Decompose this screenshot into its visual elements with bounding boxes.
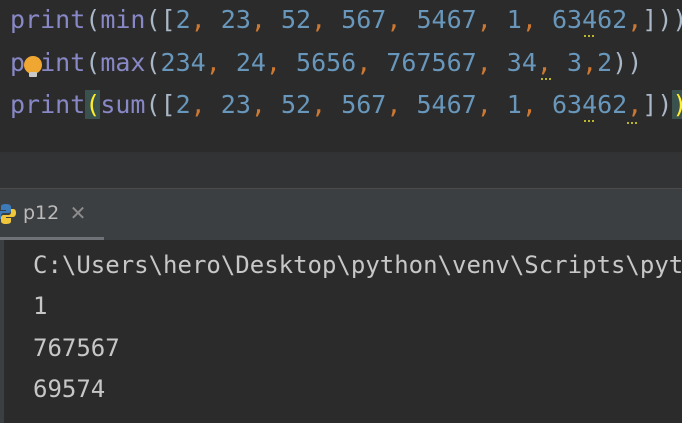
code-token: , [265,48,297,77]
code-token: ]) [642,90,673,119]
code-token: , [386,5,417,34]
code-editor[interactable]: print(min([2, 23, 52, 567, 5467, 1, 6346… [0,0,682,152]
code-token: print [10,48,86,77]
code-token: 767567 [386,48,477,77]
warning-squiggle [584,30,594,37]
code-token: ( [85,48,101,77]
code-token: 34 [506,48,537,77]
warning-squiggle [584,115,594,122]
code-token: ([ [145,5,176,34]
code-token: ([ [145,90,176,119]
code-token: 2 [597,48,613,77]
code-token: print [10,5,86,34]
code-token: , [521,5,552,34]
code-token: , [311,90,342,119]
code-token: , [627,90,643,119]
code-token: sum [100,90,146,119]
warning-squiggle [627,117,637,124]
run-tab-p12[interactable]: p12 ✕ [0,189,104,241]
tab-label: p12 [23,202,60,224]
close-icon[interactable]: ✕ [68,202,88,224]
code-token: 1 [506,5,522,34]
code-token: , [582,48,598,77]
code-token: )) [612,48,643,77]
code-token: 234 [160,48,206,77]
console-line-output: 69574 [33,375,106,403]
console-gutter [0,240,4,423]
code-token: 52 [280,5,312,34]
code-token: 1 [506,90,522,119]
code-token: 24 [235,48,266,77]
code-token: , [250,5,281,34]
code-token: 567 [341,5,387,34]
code-token: 5656 [296,48,357,77]
code-token: ) [672,90,682,119]
code-token: , [250,90,281,119]
code-token: ( [85,5,101,34]
code-token: 2 [175,90,191,119]
code-token: 23 [220,90,251,119]
lightbulb-icon[interactable] [24,56,42,77]
code-token: print [10,90,86,119]
python-icon [0,204,16,224]
code-token: , [356,48,387,77]
editor-bottom-strip [0,152,682,189]
console-line-command: C:\Users\hero\Desktop\python\venv\Script… [33,251,682,279]
code-token: , [190,90,221,119]
run-tool-window-tabbar: p12 ✕ [0,188,682,241]
code-token: , [205,48,236,77]
run-console[interactable]: C:\Users\hero\Desktop\python\venv\Script… [0,240,682,423]
console-line-output: 767567 [33,334,120,362]
code-line-3[interactable]: print(sum([2, 23, 52, 567, 5467, 1, 6346… [10,85,682,125]
code-token: , [476,48,507,77]
code-token: max [100,48,146,77]
code-token: 2 [175,5,191,34]
code-token: ])) [642,5,682,34]
code-token: 567 [341,90,387,119]
warning-squiggle [541,73,551,80]
code-token: 5467 [416,90,477,119]
code-line-1[interactable]: print(min([2, 23, 52, 567, 5467, 1, 6346… [10,0,682,40]
code-token: , [190,5,221,34]
code-token: , [311,5,342,34]
code-token: , [521,90,552,119]
console-line-output: 1 [33,292,48,320]
code-token: 5467 [416,5,477,34]
code-token: , [386,90,417,119]
code-token: ( [85,90,101,119]
code-token: ( [145,48,161,77]
code-token: , [627,5,643,34]
code-token: , [476,5,507,34]
code-token: 23 [220,5,251,34]
code-token: min [100,5,146,34]
code-token: , [476,90,507,119]
code-token: 3 [567,48,583,77]
code-token: 52 [280,90,312,119]
